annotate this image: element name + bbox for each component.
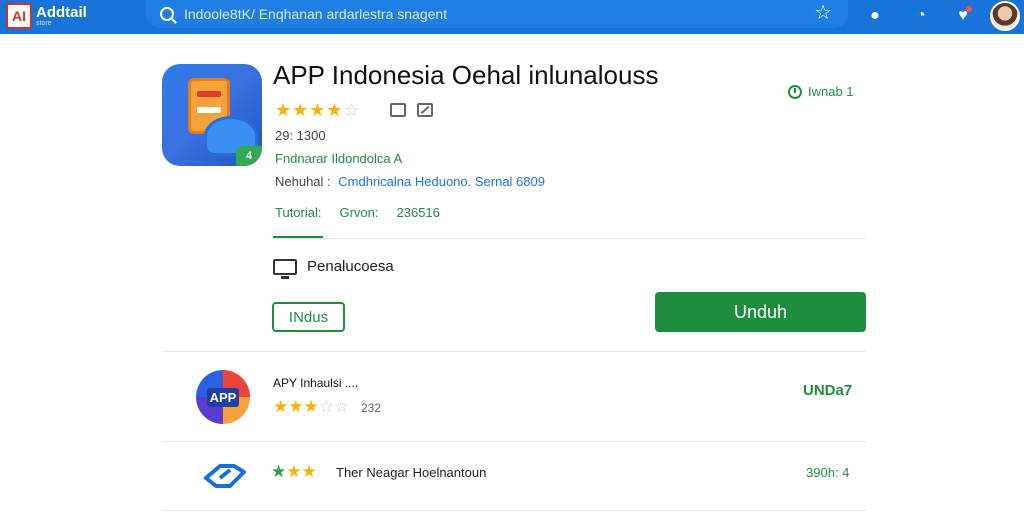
device-text: Penalucoesa [307, 258, 394, 275]
clock-icon [788, 84, 802, 99]
top-app-bar: AI Addtail store ☆ ● ◔ ♥ [0, 0, 1024, 34]
divider [162, 441, 866, 442]
history-icon[interactable]: ◔ [910, 5, 932, 27]
divider [273, 238, 865, 239]
share-icon[interactable] [390, 103, 406, 117]
tab-tutorial[interactable]: Tutorial: [275, 205, 321, 220]
avatar[interactable] [990, 1, 1020, 31]
notification-badge [966, 6, 972, 12]
related-app-stars: ★★★ [271, 462, 317, 481]
app-title: APP Indonesia Oehal inlunalouss [273, 60, 659, 90]
divider [162, 351, 866, 352]
device-icon [273, 258, 297, 279]
tab-grvon[interactable]: Grvon: [339, 205, 378, 220]
related-app-action[interactable]: UNDa7 [803, 382, 852, 399]
related-app-icon[interactable]: APP [196, 370, 250, 424]
review-count: 29: 1300 [275, 128, 326, 143]
related-app-name[interactable]: APY Inhaulsi .... [273, 376, 358, 390]
rating-stars: ★★★★☆ [275, 100, 361, 120]
notification-icon[interactable]: ♥ [952, 5, 974, 27]
app-icon-badge: 4 [236, 146, 262, 166]
version-tag: Iwnab 1 [788, 84, 854, 99]
search-icon[interactable] [160, 7, 174, 21]
tabs-row: Tutorial: Grvon: 236516 [275, 205, 440, 220]
related-app-name[interactable]: Ther Neagar Hoelnantoun [336, 465, 486, 480]
related-app-icon-text: APP [206, 387, 240, 407]
meta-label: Nehuhal : [275, 174, 331, 189]
store-logo[interactable]: AI Addtail store [6, 3, 87, 29]
search-input[interactable] [184, 6, 804, 22]
install-button[interactable]: Unduh [655, 292, 866, 332]
search-bar[interactable]: ☆ [146, 0, 848, 28]
related-app-rating-count: 232 [361, 401, 382, 415]
star-icon[interactable]: ☆ [814, 3, 832, 23]
related-app-logo-icon[interactable] [200, 460, 250, 490]
logo-mark-icon: AI [6, 3, 32, 29]
meta-row: Nehuhal : Cmdhricalna Heduono. Sernal 68… [275, 174, 545, 189]
logo-title: Addtail [36, 4, 87, 21]
meta-link[interactable]: Cmdhricalna Heduono. Sernal 6809 [338, 174, 545, 189]
related-app-stars: ★★★☆☆ [273, 397, 350, 416]
account-icon[interactable]: ● [864, 5, 886, 27]
wishlist-button[interactable]: INdus [272, 302, 345, 332]
screenshot-icon[interactable] [417, 103, 433, 117]
version-text: Iwnab 1 [808, 84, 854, 99]
divider [162, 510, 866, 511]
logo-subtitle: store [36, 20, 52, 27]
developer-link[interactable]: Fndnarar Ildondolca A [275, 151, 402, 166]
app-icon: 4 [162, 64, 262, 166]
device-compat-row: Penalucoesa [273, 258, 394, 279]
related-app-action[interactable]: 390h: 4 [806, 465, 849, 480]
tab-count[interactable]: 236516 [397, 205, 440, 220]
